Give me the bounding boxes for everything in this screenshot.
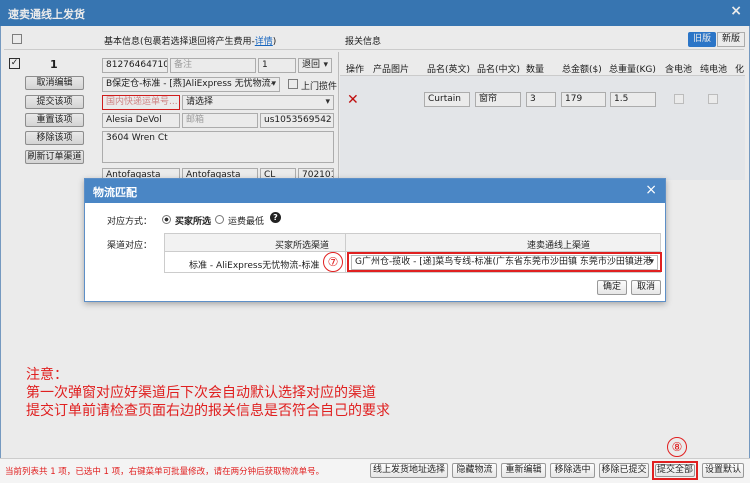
reedit-button[interactable]: 重新编辑 xyxy=(501,463,546,478)
address-select-button[interactable]: 线上发货地址选择 xyxy=(370,463,448,478)
remove-submitted-button[interactable]: 移除已提交 xyxy=(599,463,649,478)
status-text: 当前列表共 1 项，已选中 1 项，右键菜单可批量修改，请在两分钟后获取物流单号… xyxy=(5,467,325,477)
online-channel-highlight: G广州仓-揽收 - [递]菜鸟专线-标准(广东省东莞市沙田镇 东莞市沙田镇进港 xyxy=(347,252,662,272)
cheapest-radio[interactable] xyxy=(215,215,224,224)
ok-button[interactable]: 确定 xyxy=(597,280,627,295)
set-default-button[interactable]: 设置默认 xyxy=(702,463,744,478)
col-online-channel: 速卖通线上渠道 xyxy=(527,241,591,251)
submit-all-button[interactable]: 提交全部 xyxy=(655,464,695,477)
buyer-choice-radio[interactable] xyxy=(162,215,171,224)
help-icon[interactable]: ? xyxy=(270,212,281,223)
logistics-match-dialog: 物流匹配 × 对应方式： 买家所选 运费最低 ? 渠道对应： 买家所选渠道 速卖… xyxy=(84,178,666,302)
step-7-marker: ⑦ xyxy=(323,252,343,272)
match-method-label: 对应方式： xyxy=(107,217,153,227)
note-line-1: 注意： xyxy=(26,367,68,383)
buyer-choice-label: 买家所选 xyxy=(175,217,212,227)
remove-selected-button[interactable]: 移除选中 xyxy=(550,463,595,478)
note-block: 注意： 第一次弹窗对应好渠道后下次会自动默认选择对应的渠道 提交订单前请检查页面… xyxy=(26,366,390,420)
note-line-3: 提交订单前请检查页面右边的报关信息是否符合自己的要求 xyxy=(26,403,390,419)
col-divider xyxy=(345,234,346,272)
dialog-close-icon[interactable]: × xyxy=(645,182,657,198)
hide-logistics-button[interactable]: 隐藏物流 xyxy=(452,463,497,478)
online-channel-select[interactable]: G广州仓-揽收 - [递]菜鸟专线-标准(广东省东莞市沙田镇 东莞市沙田镇进港 xyxy=(351,255,658,270)
cheapest-label: 运费最低 xyxy=(228,217,265,227)
col-buyer-channel: 买家所选渠道 xyxy=(275,241,330,251)
dialog-title: 物流匹配 xyxy=(85,179,665,203)
cancel-button[interactable]: 取消 xyxy=(631,280,661,295)
channel-match-label: 渠道对应： xyxy=(107,241,153,251)
step-8-marker: ⑧ xyxy=(667,437,687,457)
bottom-bar: 当前列表共 1 项，已选中 1 项，右键菜单可批量修改，请在两分钟后获取物流单号… xyxy=(0,458,750,483)
buyer-channel-value: 标准 - AliExpress无忧物流-标准 xyxy=(189,261,320,271)
submit-all-highlight: 提交全部 xyxy=(652,461,698,480)
note-line-2: 第一次弹窗对应好渠道后下次会自动默认选择对应的渠道 xyxy=(26,385,376,401)
